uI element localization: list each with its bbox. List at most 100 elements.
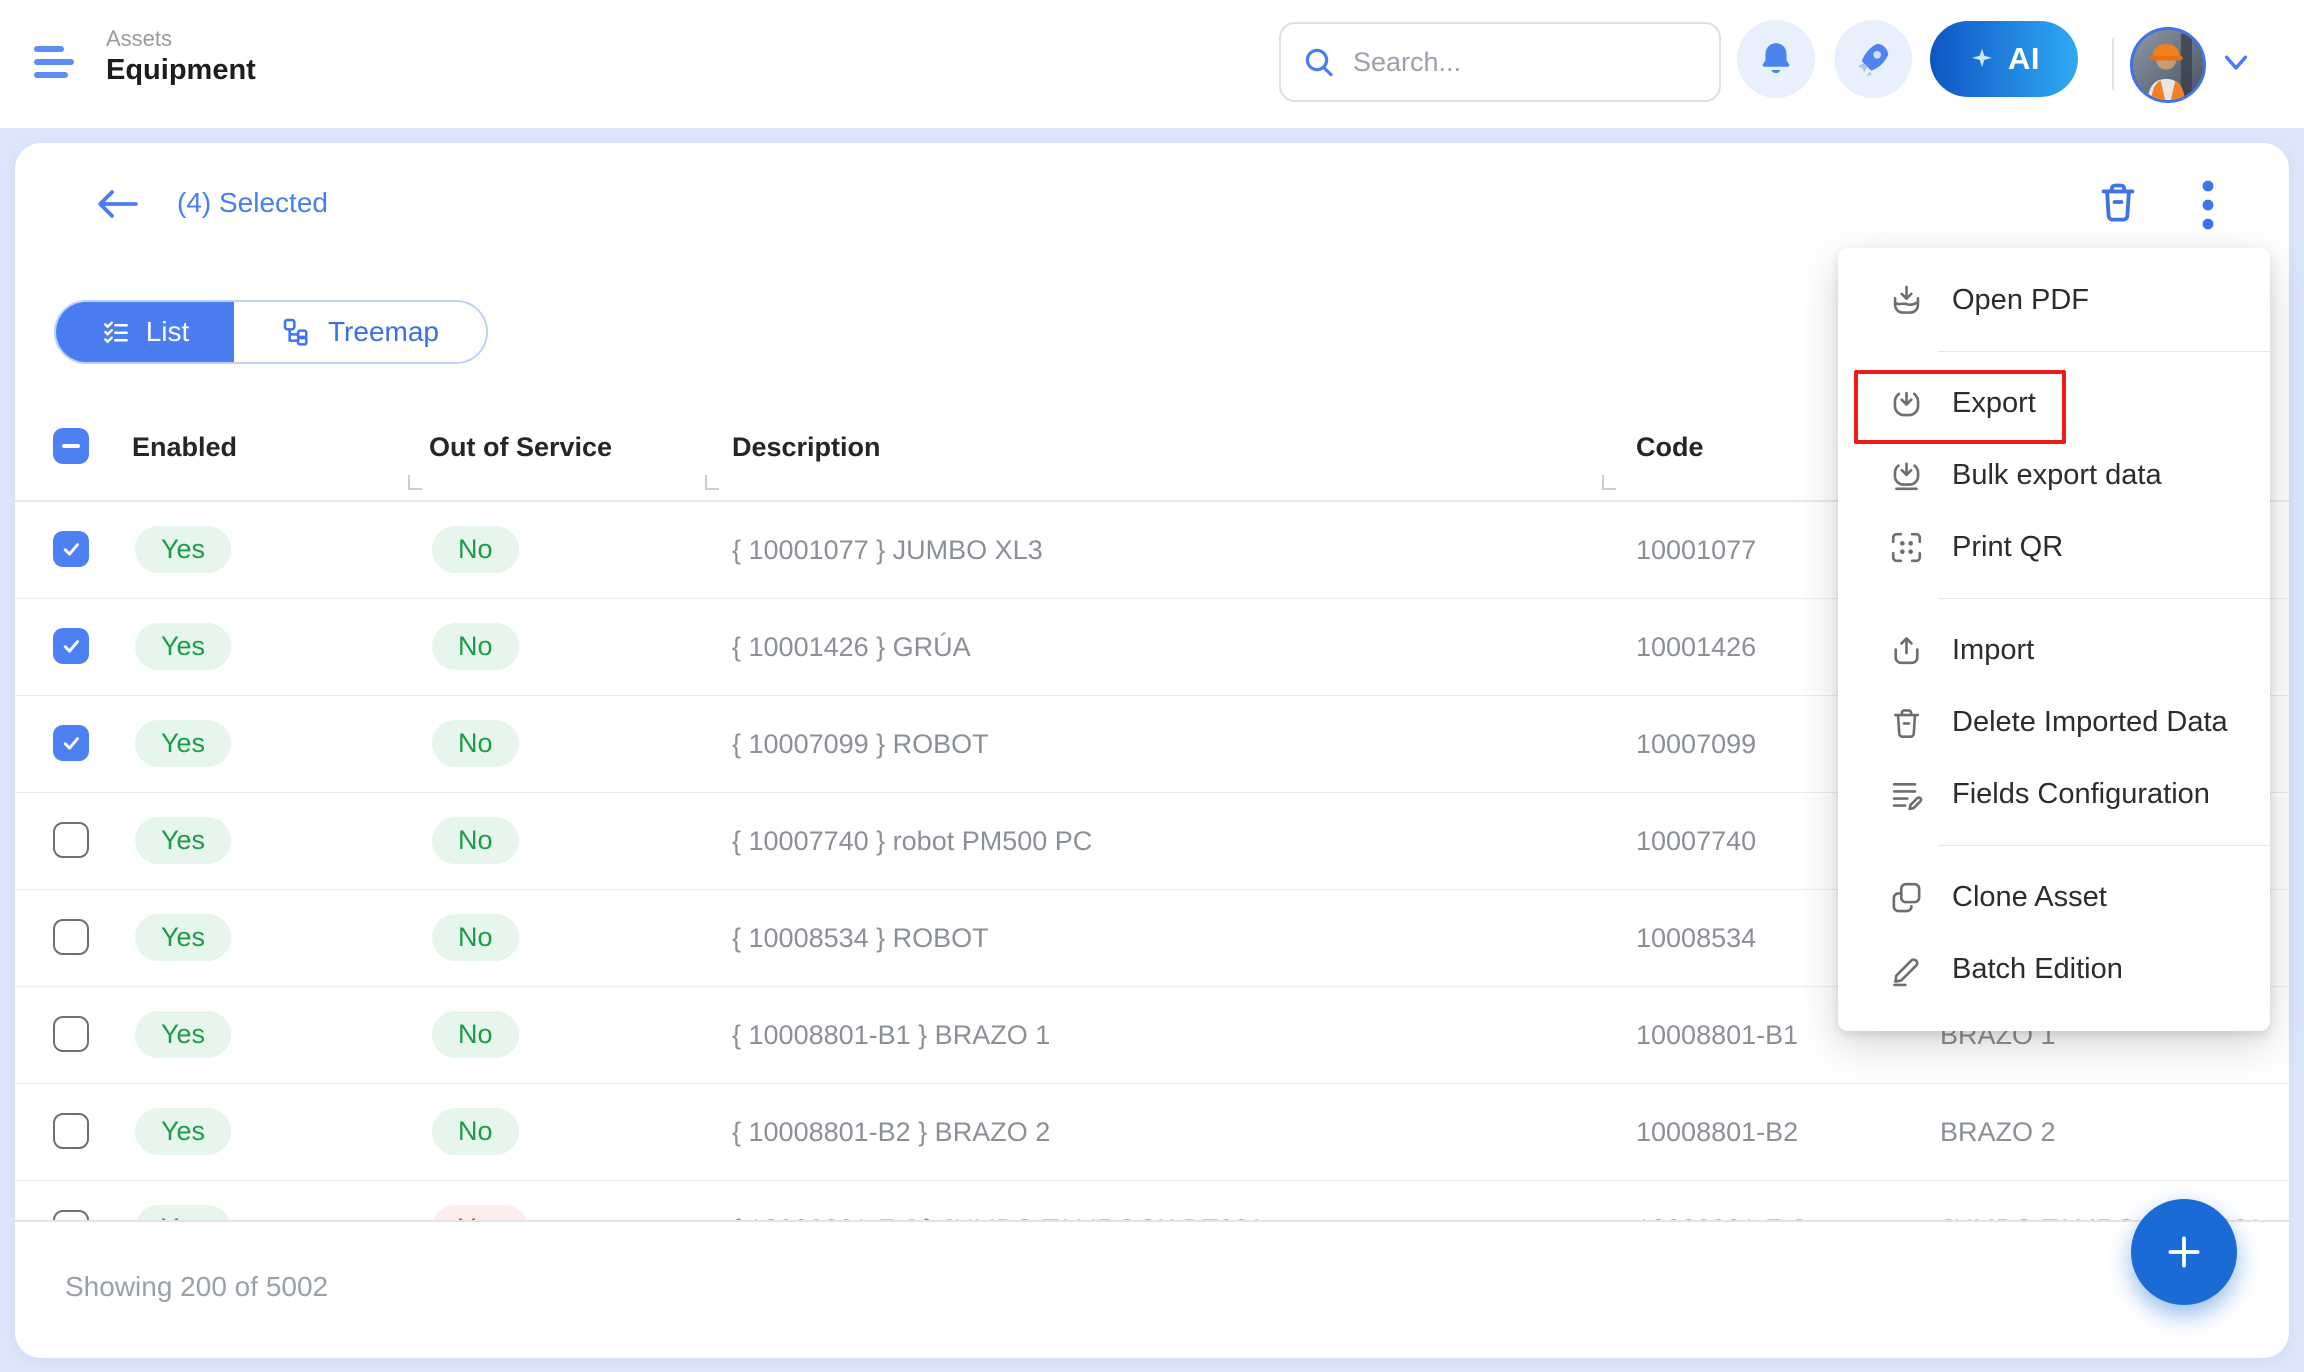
more-options-button[interactable] xyxy=(2193,179,2223,229)
out-of-service-badge: No xyxy=(432,817,519,864)
menu-item-delete-imported-data[interactable]: Delete Imported Data xyxy=(1838,686,2270,758)
code-cell: 10001077 xyxy=(1636,535,1756,566)
description-cell: { 10008801-B1 } BRAZO 1 xyxy=(732,1020,1050,1051)
menu-item-print-qr[interactable]: Print QR xyxy=(1838,511,2270,583)
avatar-image xyxy=(2133,30,2203,100)
search-input[interactable] xyxy=(1351,46,1697,79)
enabled-badge: Yes xyxy=(135,817,231,864)
description-cell: { 10007099 } ROBOT xyxy=(732,729,989,760)
selected-count-label[interactable]: (4) Selected xyxy=(177,187,328,219)
column-header-enabled[interactable]: Enabled xyxy=(132,432,237,463)
search-icon xyxy=(1303,46,1335,78)
treemap-icon xyxy=(281,316,313,348)
menu-item-label: Bulk export data xyxy=(1952,459,2162,492)
code-cell: 10008534 xyxy=(1636,923,1756,954)
pencil-icon xyxy=(1888,951,1925,988)
hamburger-menu-icon[interactable] xyxy=(34,46,78,84)
enabled-badge: Yes xyxy=(135,914,231,961)
out-of-service-badge: No xyxy=(432,1108,519,1155)
plus-icon xyxy=(2160,1228,2208,1276)
page-title: Equipment xyxy=(106,54,256,87)
context-menu: Open PDF Export Bulk export data Print QR Im… xyxy=(1838,248,2270,1031)
out-of-service-badge: No xyxy=(432,720,519,767)
indeterminate-mark xyxy=(62,444,80,449)
enabled-badge: Yes xyxy=(135,1108,231,1155)
menu-item-label: Clone Asset xyxy=(1952,881,2107,914)
import-upload-icon xyxy=(1888,632,1925,669)
delete-selected-button[interactable] xyxy=(2095,177,2141,227)
column-resize-handle[interactable] xyxy=(1602,475,1616,490)
row-checkbox[interactable] xyxy=(53,725,89,761)
enabled-badge: Yes xyxy=(135,1205,231,1222)
bulk-export-icon xyxy=(1888,457,1925,494)
tab-list-view[interactable]: List xyxy=(56,302,234,362)
menu-item-label: Batch Edition xyxy=(1952,953,2123,986)
trash-icon xyxy=(1888,704,1925,741)
out-of-service-badge: No xyxy=(432,623,519,670)
search-box[interactable] xyxy=(1279,22,1721,102)
sparkle-icon xyxy=(1968,45,1996,73)
menu-item-fields-configuration[interactable]: Fields Configuration xyxy=(1838,758,2270,830)
enabled-badge: Yes xyxy=(135,623,231,670)
row-checkbox[interactable] xyxy=(53,531,89,567)
menu-item-bulk-export-data[interactable]: Bulk export data xyxy=(1838,439,2270,511)
code-cell: 10007740 xyxy=(1636,826,1756,857)
qr-code-icon xyxy=(1888,529,1925,566)
select-all-checkbox[interactable] xyxy=(53,428,89,464)
menu-item-label: Open PDF xyxy=(1952,284,2089,317)
column-header-description[interactable]: Description xyxy=(732,432,881,463)
menu-item-clone-asset[interactable]: Clone Asset xyxy=(1838,861,2270,933)
table-row: YesNo{ 10008801-B2 } BRAZO 210008801-B2B… xyxy=(15,1084,2289,1181)
kebab-icon xyxy=(2201,179,2215,231)
table-row: Yes Yes { 10008801-F-J } JUMBO TAMROCK DT8… xyxy=(15,1181,2289,1222)
menu-item-export[interactable]: Export xyxy=(1838,367,2270,439)
row-checkbox[interactable] xyxy=(53,1113,89,1149)
description-cell: { 10008801-B2 } BRAZO 2 xyxy=(732,1117,1050,1148)
description-cell: { 10008534 } ROBOT xyxy=(732,923,989,954)
breadcrumb: Assets xyxy=(106,26,172,52)
fields-configuration-icon xyxy=(1888,776,1925,813)
description-cell: { 10007740 } robot PM500 PC xyxy=(732,826,1092,857)
open-pdf-icon xyxy=(1888,282,1925,319)
row-count-label: Showing 200 of 5002 xyxy=(65,1271,328,1303)
notifications-button[interactable] xyxy=(1737,20,1815,98)
out-of-service-badge: No xyxy=(432,1011,519,1058)
menu-item-label: Print QR xyxy=(1952,531,2063,564)
column-header-out-of-service[interactable]: Out of Service xyxy=(429,432,612,463)
code-cell: 10008801-B2 xyxy=(1636,1117,1798,1148)
ai-button[interactable]: AI xyxy=(1930,21,2078,97)
row-checkbox[interactable] xyxy=(53,1210,89,1222)
out-of-service-badge: No xyxy=(432,526,519,573)
menu-item-open-pdf[interactable]: Open PDF xyxy=(1838,264,2270,336)
view-toggle: List Treemap xyxy=(54,300,488,364)
whats-new-button[interactable] xyxy=(1834,20,1912,98)
avatar[interactable] xyxy=(2130,27,2206,103)
row-checkbox[interactable] xyxy=(53,919,89,955)
tab-treemap-view[interactable]: Treemap xyxy=(234,302,486,362)
row-checkbox[interactable] xyxy=(53,822,89,858)
export-download-icon xyxy=(1888,385,1925,422)
menu-divider xyxy=(1938,598,2270,599)
column-resize-handle[interactable] xyxy=(408,475,422,490)
column-header-code[interactable]: Code xyxy=(1636,432,1704,463)
row-checkbox[interactable] xyxy=(53,628,89,664)
menu-divider xyxy=(1938,351,2270,352)
bell-icon xyxy=(1756,39,1796,79)
menu-item-batch-edition[interactable]: Batch Edition xyxy=(1838,933,2270,1005)
back-button[interactable] xyxy=(93,185,143,223)
chevron-down-icon[interactable] xyxy=(2220,52,2252,81)
menu-item-import[interactable]: Import xyxy=(1838,614,2270,686)
out-of-service-badge: Yes xyxy=(432,1205,528,1222)
back-arrow-icon xyxy=(93,185,143,223)
enabled-badge: Yes xyxy=(135,1011,231,1058)
row-checkbox[interactable] xyxy=(53,1016,89,1052)
enabled-badge: Yes xyxy=(135,720,231,767)
tab-treemap-label: Treemap xyxy=(328,316,439,348)
description-cell: { 10001426 } GRÚA xyxy=(732,632,971,663)
add-asset-button[interactable] xyxy=(2131,1199,2237,1305)
column-resize-handle[interactable] xyxy=(705,475,719,490)
description-cell: { 10001077 } JUMBO XL3 xyxy=(732,535,1043,566)
ai-button-label: AI xyxy=(2008,41,2040,77)
code-cell: 10001426 xyxy=(1636,632,1756,663)
description-cell: { 10008801-F-J } JUMBO TAMROCK DT821 xyxy=(732,1214,1264,1222)
